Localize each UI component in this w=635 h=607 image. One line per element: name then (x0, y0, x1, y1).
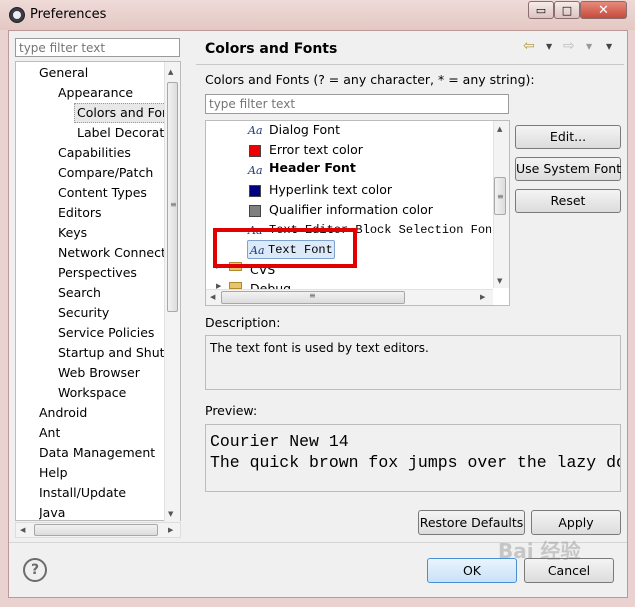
tree-item-hyperlink-text-color[interactable]: Hyperlink text color (269, 180, 392, 200)
view-menu-icon[interactable]: ▼ (606, 42, 612, 51)
grip-icon: ≡ (309, 291, 316, 300)
nav-filter-input[interactable] (15, 38, 180, 57)
preferences-nav-tree[interactable]: General Appearance Colors and Fonts Labe… (15, 61, 181, 521)
scroll-up-arrow-icon[interactable]: ▲ (497, 125, 502, 133)
help-icon[interactable]: ? (23, 558, 47, 582)
preview-line: Courier New 14 (210, 432, 349, 451)
scroll-right-arrow-icon[interactable]: ▶ (168, 526, 173, 534)
close-button[interactable]: ✕ (580, 1, 627, 19)
highlight-annotation (213, 228, 357, 268)
nav-item-capabilities[interactable]: Capabilities (58, 143, 131, 163)
color-swatch-icon (249, 205, 261, 217)
back-icon[interactable]: ⇦ (523, 38, 535, 54)
folder-icon (229, 282, 242, 289)
forward-icon[interactable]: ⇨ (563, 38, 575, 54)
header-separator (196, 64, 624, 65)
scroll-left-arrow-icon[interactable]: ◀ (210, 293, 215, 301)
grip-icon: ≡ (497, 192, 504, 201)
grip-icon: ≡ (170, 200, 177, 209)
colors-filter-input[interactable] (205, 94, 509, 114)
preview-label: Preview: (205, 403, 258, 418)
restore-defaults-button[interactable]: Restore Defaults (418, 510, 525, 535)
font-icon: Aa (248, 124, 263, 137)
tree-item-header-font[interactable]: Header Font (269, 158, 356, 178)
scroll-down-arrow-icon[interactable]: ▼ (168, 510, 173, 518)
nav-hscroll-thumb[interactable] (34, 524, 158, 536)
page-title: Colors and Fonts (205, 41, 338, 57)
scroll-up-arrow-icon[interactable]: ▲ (168, 68, 173, 76)
nav-item-service-policies[interactable]: Service Policies (58, 323, 154, 343)
nav-item-startup-and-shutdown[interactable]: Startup and Shutdown (58, 343, 164, 363)
description-label: Description: (205, 315, 281, 330)
tree-item-debug[interactable]: Debug (250, 279, 291, 289)
nav-item-label-decorations[interactable]: Label Decorations (77, 123, 165, 143)
nav-scroll-thumb[interactable] (167, 82, 178, 312)
reset-button[interactable]: Reset (515, 189, 621, 213)
nav-item-web-browser[interactable]: Web Browser (58, 363, 140, 383)
nav-item-editors[interactable]: Editors (58, 203, 102, 223)
filter-caption: Colors and Fonts (? = any character, * =… (205, 72, 535, 87)
nav-item-colors-and-fonts[interactable]: Colors and Fonts (74, 103, 166, 123)
apply-button[interactable]: Apply (531, 510, 621, 535)
nav-item-general[interactable]: General (39, 63, 88, 83)
scroll-right-arrow-icon[interactable]: ▶ (480, 293, 485, 301)
window-title: Preferences (30, 7, 107, 22)
tree-item-qualifier-information-color[interactable]: Qualifier information color (269, 200, 433, 220)
scroll-left-arrow-icon[interactable]: ◀ (20, 526, 25, 534)
edit-button[interactable]: Edit... (515, 125, 621, 149)
scroll-down-arrow-icon[interactable]: ▼ (497, 277, 502, 285)
nav-item-compare-patch[interactable]: Compare/Patch (58, 163, 153, 183)
tree-item-error-text-color[interactable]: Error text color (269, 140, 363, 160)
watermark: Bai 经验 (498, 539, 581, 563)
description-text: The text font is used by text editors. (205, 335, 621, 390)
nav-item-help[interactable]: Help (39, 463, 68, 483)
back-dropdown-icon[interactable]: ▼ (546, 42, 552, 51)
nav-item-keys[interactable]: Keys (58, 223, 87, 243)
font-icon: Aa (248, 164, 263, 177)
tree-item-dialog-font[interactable]: Dialog Font (269, 120, 340, 140)
nav-item-network-connections[interactable]: Network Connections (58, 243, 164, 263)
minimize-button[interactable]: ▭ (528, 1, 554, 19)
forward-dropdown-icon[interactable]: ▼ (586, 42, 592, 51)
preview-area: Courier New 14 The quick brown fox jumps … (205, 424, 621, 492)
nav-item-search[interactable]: Search (58, 283, 101, 303)
nav-item-install-update[interactable]: Install/Update (39, 483, 126, 503)
nav-item-ant[interactable]: Ant (39, 423, 60, 443)
eclipse-icon (9, 7, 25, 23)
use-system-font-button[interactable]: Use System Font (515, 157, 621, 181)
preview-line: The quick brown fox jumps over the lazy … (210, 453, 621, 472)
maximize-button[interactable]: □ (554, 1, 580, 19)
nav-item-android[interactable]: Android (39, 403, 87, 423)
nav-item-java[interactable]: Java (39, 503, 65, 520)
color-swatch-icon (249, 185, 261, 197)
nav-item-content-types[interactable]: Content Types (58, 183, 147, 203)
nav-item-security[interactable]: Security (58, 303, 109, 323)
nav-item-data-management[interactable]: Data Management (39, 443, 155, 463)
nav-item-appearance[interactable]: Appearance (58, 83, 133, 103)
nav-item-perspectives[interactable]: Perspectives (58, 263, 137, 283)
nav-item-workspace[interactable]: Workspace (58, 383, 126, 403)
color-swatch-icon (249, 145, 261, 157)
